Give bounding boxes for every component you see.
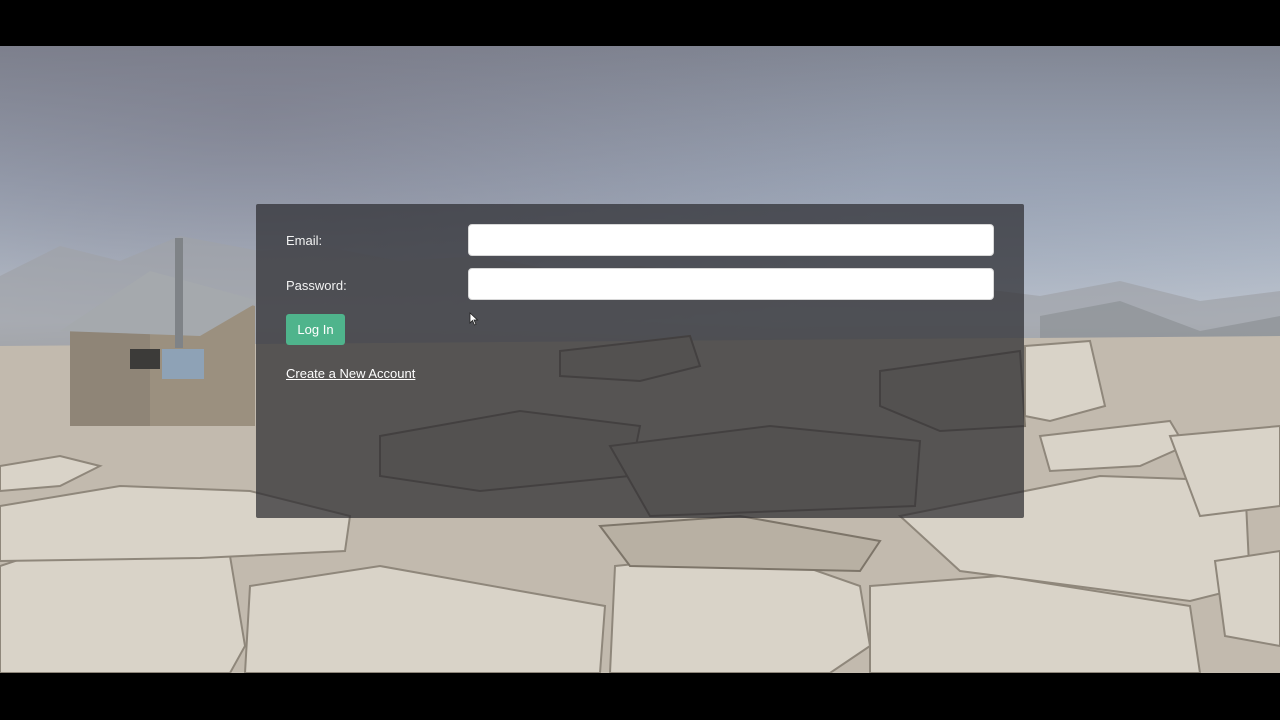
letterbox-top [0,0,1280,46]
password-field[interactable] [468,268,994,300]
email-field[interactable] [468,224,994,256]
email-label: Email: [286,233,323,248]
mouse-cursor-icon [469,312,479,326]
login-button[interactable]: Log In [286,314,345,345]
password-label: Password: [286,278,347,293]
login-panel: Email: Password: Log In Create a New Acc… [256,204,1024,518]
create-account-link[interactable]: Create a New Account [286,366,415,381]
letterbox-bottom [0,673,1280,720]
